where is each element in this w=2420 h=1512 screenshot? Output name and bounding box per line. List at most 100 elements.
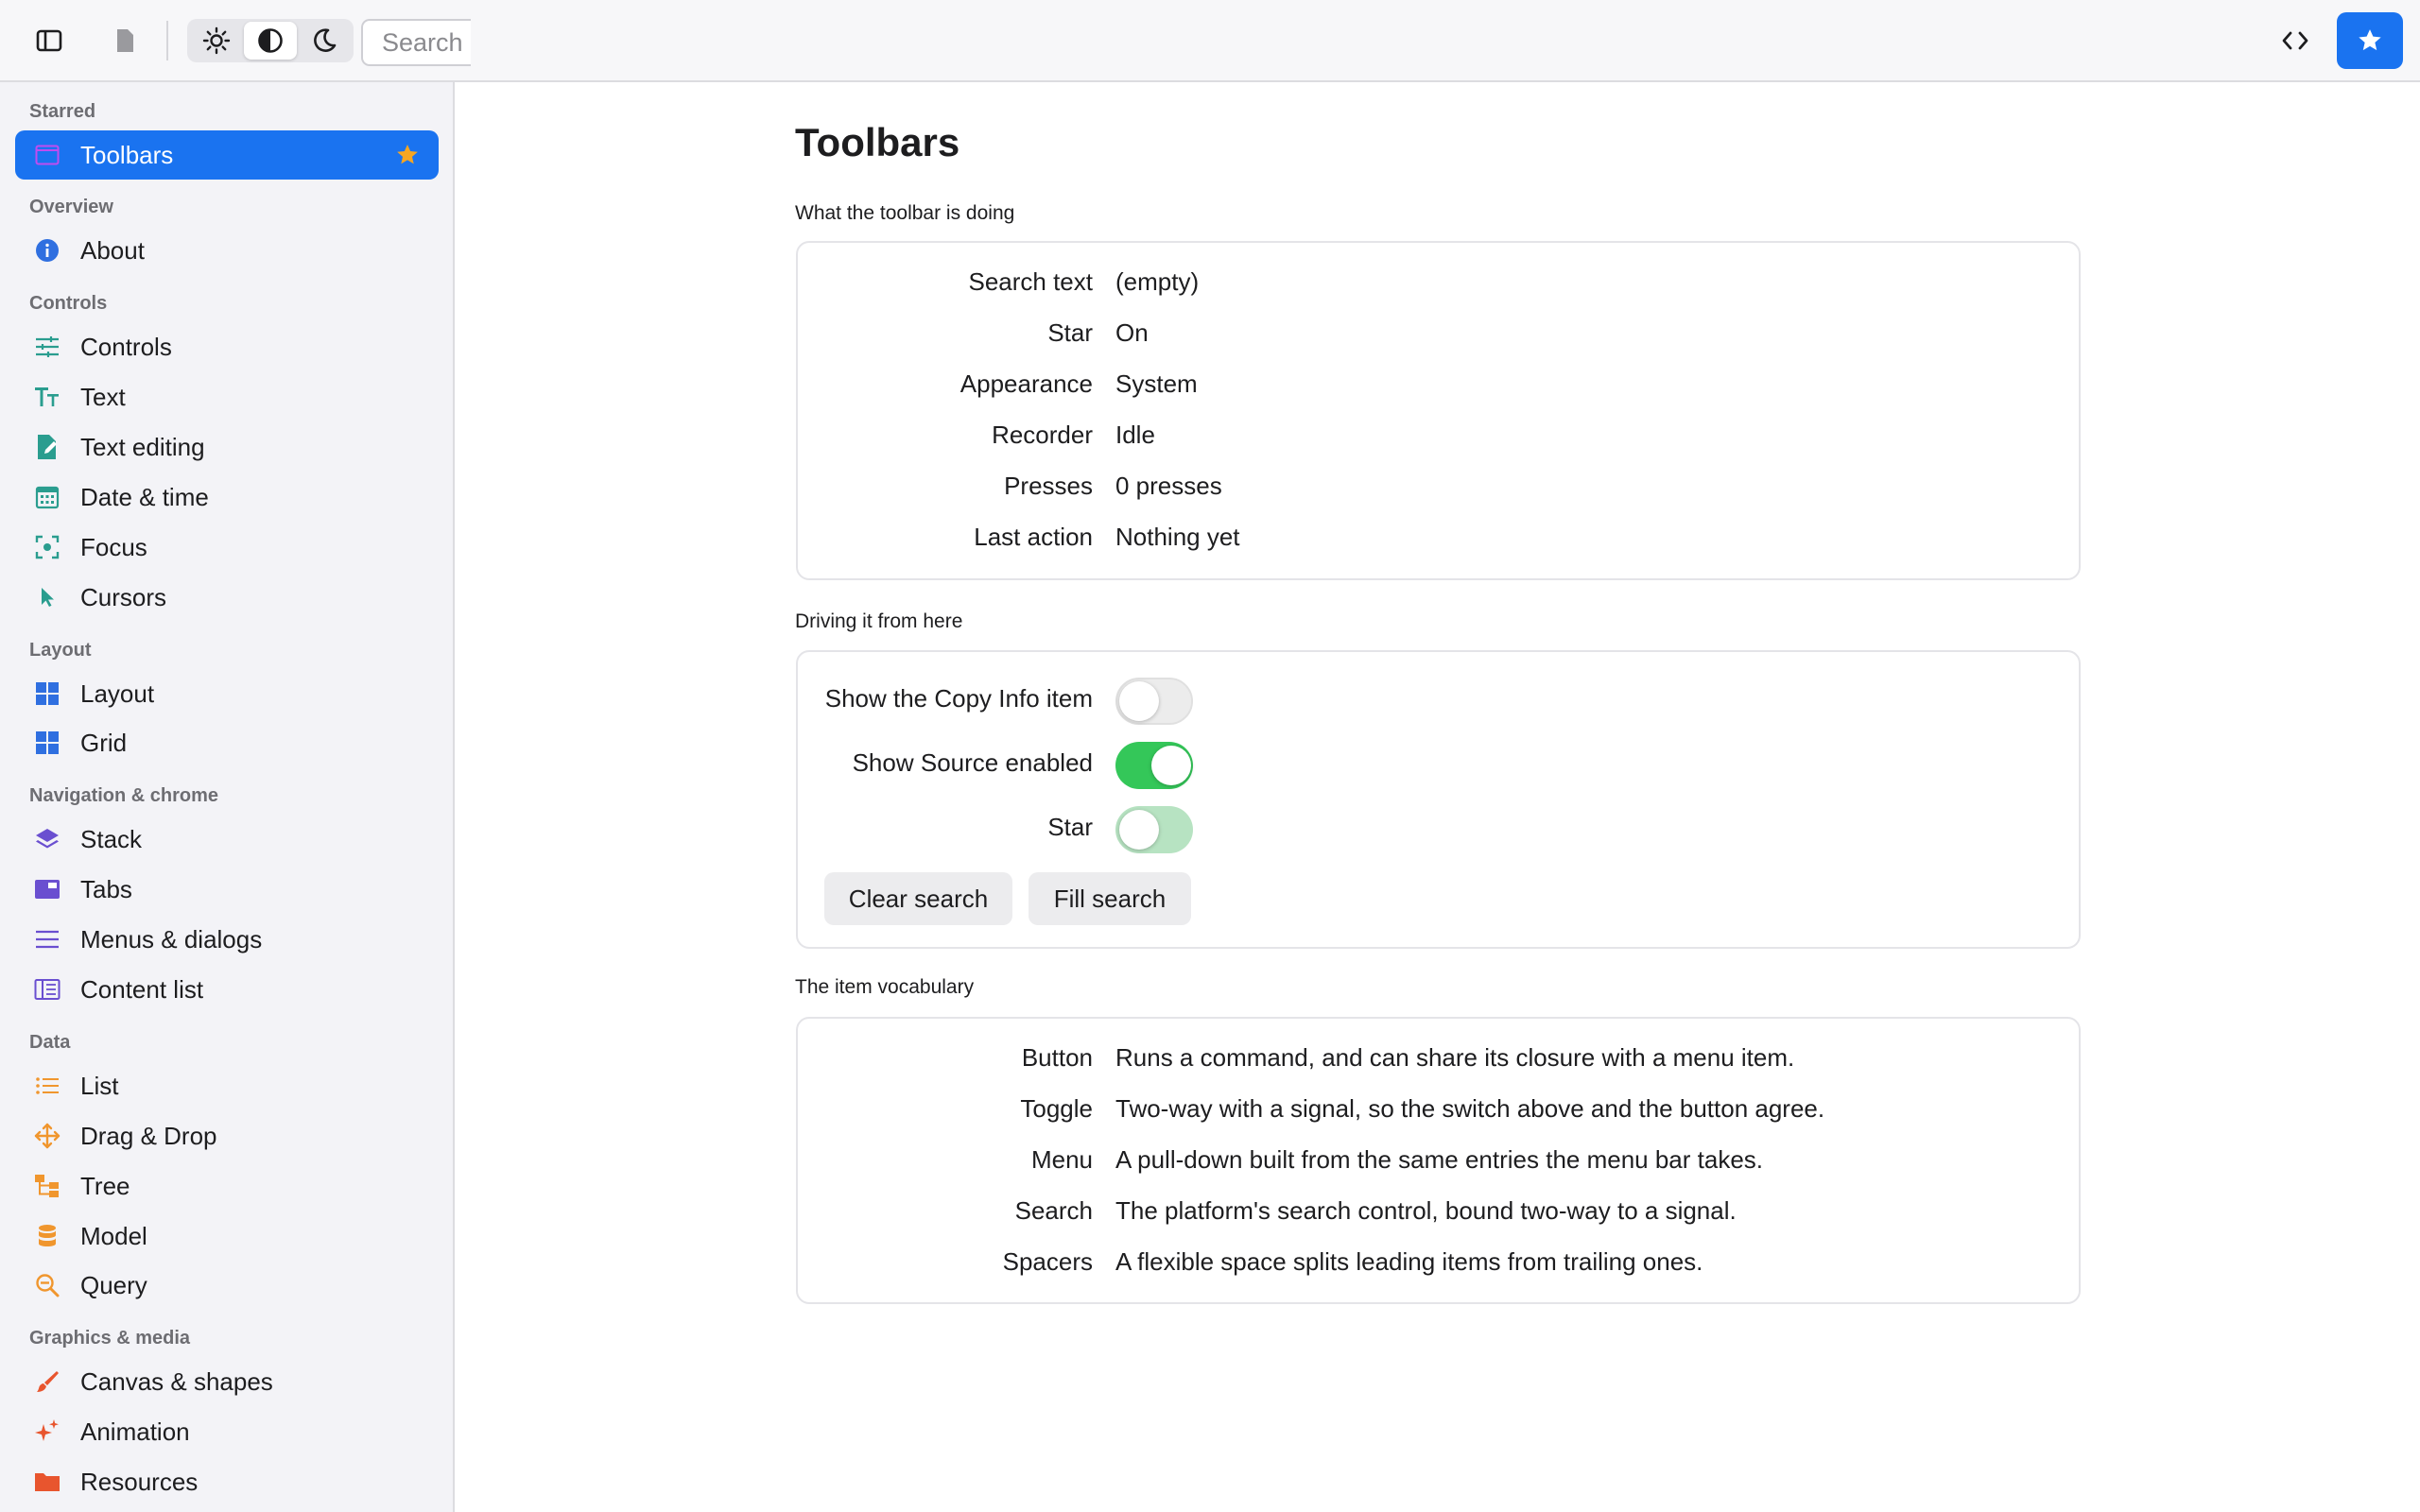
folder-icon [34,1469,60,1495]
status-key: Appearance [959,369,1093,398]
vocab-card: Button Runs a command, and can share its … [796,1017,2081,1304]
sidebar: Starred Toolbars Overview About Controls… [0,82,455,1512]
sidebar-item-text[interactable]: Text [15,372,439,421]
tree-icon [34,1173,60,1199]
status-row: Search text (empty) [798,267,2079,305]
show-source-button[interactable] [2269,17,2322,64]
status-value: System [1115,369,1198,398]
sidebar-item-drag-drop[interactable]: Drag & Drop [15,1111,439,1160]
fill-search-button[interactable]: Fill search [1028,872,1191,925]
sidebar-item-grid[interactable]: Grid [15,718,439,767]
grid-icon [34,730,60,756]
appearance-light-button[interactable] [190,22,243,60]
star-button[interactable] [2337,12,2403,69]
sidebar-item-model[interactable]: Model [15,1211,439,1261]
status-value: Idle [1115,421,1155,449]
section-title-layout: Layout [29,640,92,661]
sidebar-item-label: Stack [80,824,143,853]
sidebar-item-label: Toolbars [80,140,174,169]
content-list-icon [34,976,60,1003]
copy-info-toggle[interactable] [1115,678,1193,725]
sidebar-item-about[interactable]: About [15,226,439,275]
toolbar [0,0,2420,82]
sidebar-item-menus-dialogs[interactable]: Menus & dialogs [15,915,439,964]
vocab-definition: A flexible space splits leading items fr… [1115,1247,1703,1276]
sidebar-toggle-icon[interactable] [26,17,73,64]
status-key: Search text [968,267,1093,296]
clear-search-button[interactable]: Clear search [824,872,1012,925]
sidebar-item-label: Controls [80,332,172,361]
sidebar-item-label: Tabs [80,874,132,903]
sidebar-item-content-list[interactable]: Content list [15,965,439,1014]
toggle-label-show-source: Show Source enabled [852,748,1093,777]
search-input[interactable] [363,21,471,64]
page-title: Toolbars [795,120,960,164]
menu-lines-icon [34,926,60,953]
driving-card: Show the Copy Info item Show Source enab… [796,650,2081,949]
sidebar-item-canvas-shapes[interactable]: Canvas & shapes [15,1357,439,1406]
vocab-term: Spacers [1002,1247,1093,1276]
tabs-icon [34,876,60,902]
sidebar-item-cursors[interactable]: Cursors [15,573,439,622]
appearance-dark-button[interactable] [298,22,351,60]
sidebar-item-label: Content list [80,974,204,1004]
code-brackets-icon [2282,31,2308,50]
calendar-icon [34,484,60,510]
sidebar-item-label: Menus & dialogs [80,924,263,954]
window-icon [34,142,60,168]
sidebar-item-label: List [80,1071,119,1100]
vocab-term: Toggle [1020,1094,1093,1123]
sidebar-item-label: Grid [80,728,128,757]
status-key: Presses [1004,472,1093,500]
appearance-segmented-control[interactable] [187,19,354,62]
sidebar-item-date-time[interactable]: Date & time [15,472,439,522]
sidebar-item-stack[interactable]: Stack [15,815,439,864]
status-value: Nothing yet [1115,523,1240,551]
sidebar-item-resources[interactable]: Resources [15,1457,439,1506]
vocab-definition: The platform's search control, bound two… [1115,1196,1737,1225]
star-toggle[interactable] [1115,806,1193,853]
sidebar-item-label: Model [80,1221,147,1250]
sidebar-item-label: Focus [80,532,147,561]
status-value: (empty) [1115,267,1200,296]
search-field[interactable] [361,19,471,66]
vocab-term: Button [1021,1043,1093,1072]
sidebar-item-toolbars[interactable]: Toolbars [15,130,439,180]
sidebar-item-label: Cursors [80,582,167,611]
status-row: Recorder Idle [798,421,2079,458]
sidebar-item-list[interactable]: List [15,1061,439,1110]
status-row: Last action Nothing yet [798,523,2079,560]
sidebar-item-label: Layout [80,679,155,708]
vocab-definition: Two-way with a signal, so the switch abo… [1115,1094,1825,1123]
sidebar-item-tabs[interactable]: Tabs [15,865,439,914]
status-row: Star On [798,318,2079,356]
star-icon [395,143,420,167]
sparkle-icon [34,1418,60,1445]
focus-icon [34,534,60,560]
section-title-controls: Controls [29,293,108,314]
document-icon[interactable] [101,17,148,64]
sidebar-item-animation[interactable]: Animation [15,1407,439,1456]
show-source-toggle[interactable] [1115,742,1193,789]
section-title-overview: Overview [29,197,113,217]
main-content: Toolbars What the toolbar is doing Searc… [457,82,2420,1512]
sidebar-item-controls[interactable]: Controls [15,322,439,371]
sidebar-item-label: Query [80,1270,147,1299]
list-icon [34,1073,60,1099]
stack-icon [34,826,60,852]
sidebar-item-text-editing[interactable]: Text editing [15,422,439,472]
section-title-navigation: Navigation & chrome [29,785,219,806]
sidebar-item-query[interactable]: Query [15,1261,439,1310]
appearance-system-button[interactable] [244,22,297,60]
toolbar-separator [166,21,168,60]
sidebar-item-label: Drag & Drop [80,1121,217,1150]
sidebar-item-label: Date & time [80,482,209,511]
sidebar-item-tree[interactable]: Tree [15,1161,439,1211]
doc-edit-icon [34,434,60,460]
status-key: Last action [974,523,1093,551]
vocab-row: Toggle Two-way with a signal, so the swit… [798,1094,2079,1132]
sidebar-item-focus[interactable]: Focus [15,523,439,572]
move-icon [34,1123,60,1149]
sidebar-item-layout[interactable]: Layout [15,669,439,718]
moon-icon [314,28,337,52]
